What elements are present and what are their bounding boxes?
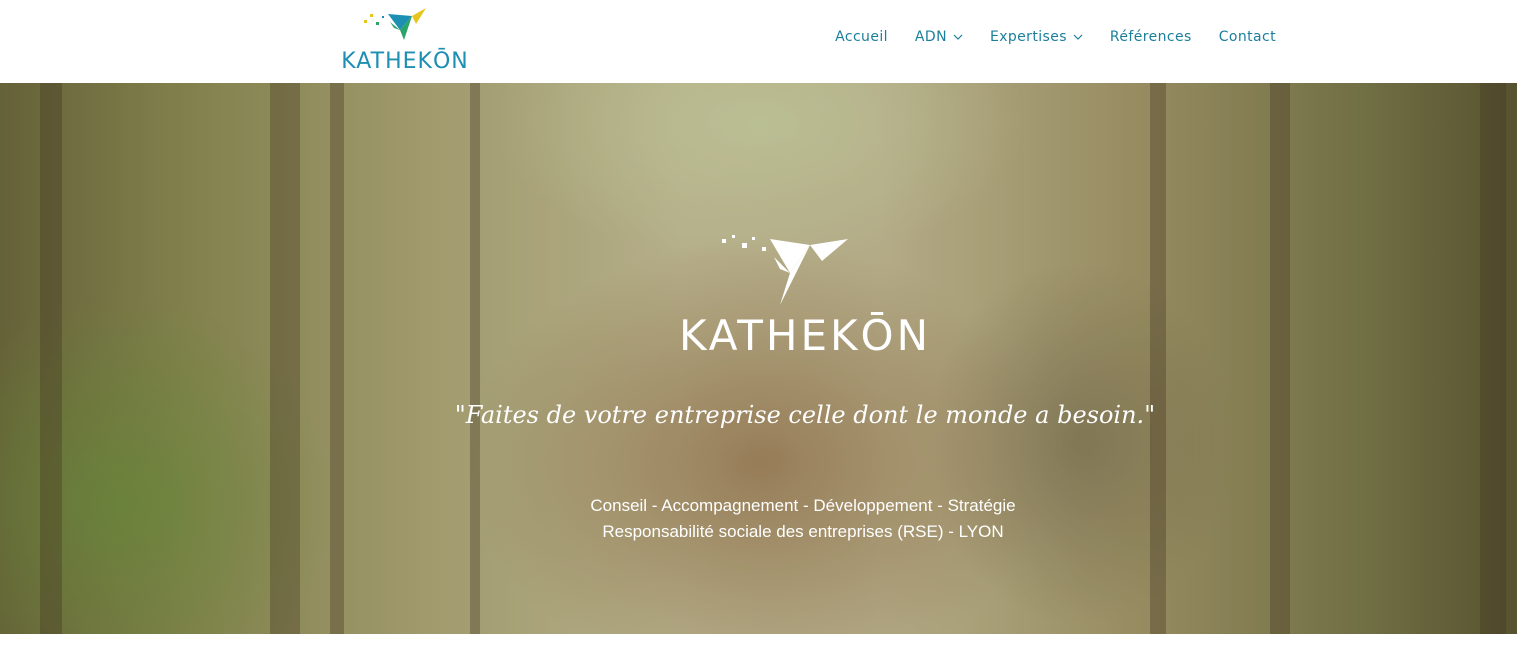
hero-rse-line: Responsabilité sociale des entreprises (… <box>602 522 1004 541</box>
logo-wordmark: KATHEKŌN <box>341 49 469 74</box>
site-header: KATHEKŌN Accueil ADN Expertises Référenc… <box>0 0 1517 83</box>
chevron-down-icon <box>953 34 963 40</box>
nav-label: Accueil <box>835 29 888 45</box>
nav-item-accueil[interactable]: Accueil <box>835 29 888 45</box>
hero-logo-wordmark: KATHEKŌN <box>678 311 932 360</box>
nav-item-contact[interactable]: Contact <box>1219 29 1276 45</box>
nav-label: Contact <box>1218 29 1276 45</box>
hero-services: Conseil - Accompagnement - Développement… <box>590 496 1016 515</box>
hero-quote: "Faites de votre entreprise celle dont l… <box>454 401 1156 429</box>
nav-item-references[interactable]: Références <box>1110 29 1192 45</box>
nav-label: ADN <box>914 29 947 45</box>
nav-label: Références <box>1109 29 1192 45</box>
bird-icon <box>364 8 426 40</box>
main-navigation: Accueil ADN Expertises Références Contac… <box>808 29 1276 45</box>
nav-item-expertises[interactable]: Expertises <box>990 29 1083 45</box>
chevron-down-icon <box>1073 34 1083 40</box>
nav-label: Expertises <box>989 29 1067 45</box>
brand-logo[interactable]: KATHEKŌN <box>334 6 476 74</box>
hero-logo: KATHEKŌN <box>660 233 950 360</box>
nav-item-adn[interactable]: ADN <box>915 29 963 45</box>
hero-banner: KATHEKŌN "Faites de votre entreprise cel… <box>0 83 1517 634</box>
bird-icon <box>722 235 848 305</box>
